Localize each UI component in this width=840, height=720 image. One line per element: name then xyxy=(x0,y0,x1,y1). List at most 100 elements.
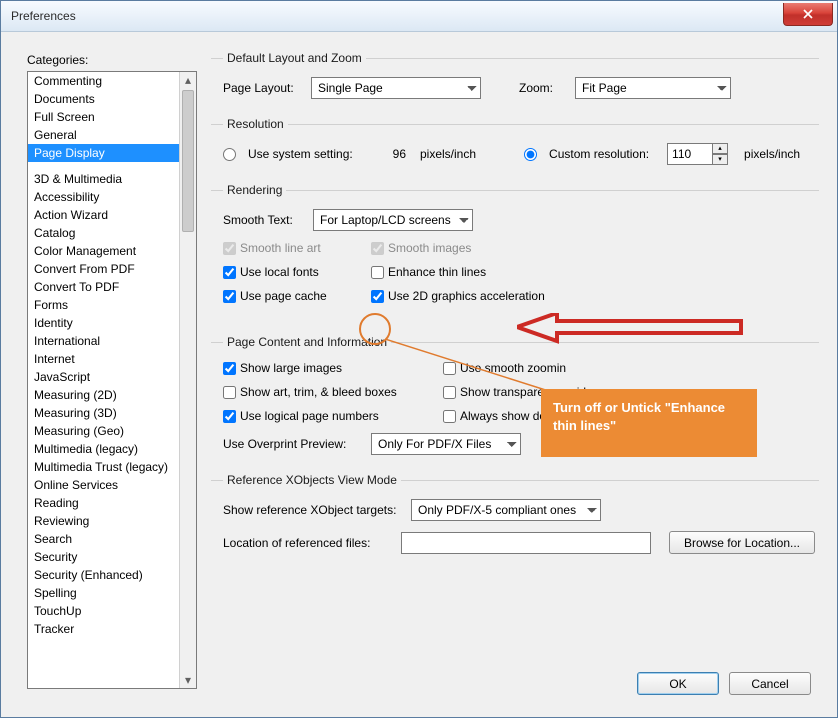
show-large-images-label: Show large images xyxy=(240,361,342,375)
use-local-fonts-label: Use local fonts xyxy=(240,265,319,279)
categories-listbox[interactable]: CommentingDocumentsFull ScreenGeneralPag… xyxy=(27,71,197,689)
category-item[interactable]: Full Screen xyxy=(28,108,196,126)
category-item[interactable]: Security xyxy=(28,548,196,566)
use-system-setting-label: Use system setting: xyxy=(248,147,368,161)
use-logical-page-numbers-checkbox[interactable] xyxy=(223,410,236,423)
category-item[interactable]: Reviewing xyxy=(28,512,196,530)
categories-scrollbar[interactable]: ▴ ▾ xyxy=(179,72,196,688)
dialog-footer: OK Cancel xyxy=(637,672,811,695)
category-item[interactable]: General xyxy=(28,126,196,144)
custom-resolution-label: Custom resolution: xyxy=(549,147,659,161)
referenced-files-location-label: Location of referenced files: xyxy=(223,536,393,550)
show-transparency-grid-checkbox[interactable] xyxy=(443,386,456,399)
overprint-preview-select[interactable]: Only For PDF/X Files xyxy=(371,433,521,455)
category-item[interactable]: Security (Enhanced) xyxy=(28,566,196,584)
category-item[interactable]: Identity xyxy=(28,314,196,332)
use-2d-accel-label: Use 2D graphics acceleration xyxy=(388,289,545,303)
category-item[interactable]: Accessibility xyxy=(28,188,196,206)
scroll-up-icon[interactable]: ▴ xyxy=(180,72,196,88)
smooth-text-select[interactable]: For Laptop/LCD screens xyxy=(313,209,473,231)
group-resolution: Resolution Use system setting: 96 pixels… xyxy=(211,117,819,173)
group-resolution-legend: Resolution xyxy=(223,117,288,131)
category-item[interactable]: Reading xyxy=(28,494,196,512)
category-item[interactable]: Convert To PDF xyxy=(28,278,196,296)
group-rendering: Rendering Smooth Text: For Laptop/LCD sc… xyxy=(211,183,819,307)
browse-location-button[interactable]: Browse for Location... xyxy=(669,531,815,554)
group-default-layout-legend: Default Layout and Zoom xyxy=(223,51,366,65)
group-rendering-legend: Rendering xyxy=(223,183,286,197)
page-layout-label: Page Layout: xyxy=(223,81,303,95)
category-item[interactable]: 3D & Multimedia xyxy=(28,170,196,188)
category-item[interactable]: Convert From PDF xyxy=(28,260,196,278)
categories-label: Categories: xyxy=(27,53,88,67)
category-item[interactable]: Multimedia (legacy) xyxy=(28,440,196,458)
category-item[interactable]: Multimedia Trust (legacy) xyxy=(28,458,196,476)
scroll-thumb[interactable] xyxy=(182,90,194,232)
preferences-window: Preferences Categories: CommentingDocume… xyxy=(0,0,838,718)
category-item[interactable]: Search xyxy=(28,530,196,548)
page-layout-select[interactable]: Single Page xyxy=(311,77,481,99)
use-page-cache-label: Use page cache xyxy=(240,289,327,303)
category-item[interactable]: Measuring (Geo) xyxy=(28,422,196,440)
category-item[interactable]: Forms xyxy=(28,296,196,314)
group-page-content: Page Content and Information Show large … xyxy=(211,335,819,463)
use-local-fonts-checkbox[interactable] xyxy=(223,266,236,279)
always-show-doc-size-label: Always show document page size xyxy=(460,409,640,423)
xobject-targets-select[interactable]: Only PDF/X-5 compliant ones xyxy=(411,499,601,521)
ok-button[interactable]: OK xyxy=(637,672,719,695)
category-item[interactable]: Measuring (2D) xyxy=(28,386,196,404)
category-item[interactable]: Internet xyxy=(28,350,196,368)
category-item[interactable]: TouchUp xyxy=(28,602,196,620)
zoom-select[interactable]: Fit Page xyxy=(575,77,731,99)
smooth-text-label: Smooth Text: xyxy=(223,213,305,227)
category-item[interactable]: Page Display xyxy=(28,144,196,162)
show-art-trim-bleed-checkbox[interactable] xyxy=(223,386,236,399)
use-smooth-zooming-label: Use smooth zoomin xyxy=(460,361,566,375)
dpi-spin-up[interactable]: ▴ xyxy=(712,143,728,154)
cancel-button[interactable]: Cancel xyxy=(729,672,811,695)
category-item[interactable]: JavaScript xyxy=(28,368,196,386)
dialog-body: Categories: CommentingDocumentsFull Scre… xyxy=(9,37,829,709)
use-2d-accel-checkbox[interactable] xyxy=(371,290,384,303)
system-dpi-value: 96 xyxy=(376,147,406,161)
group-default-layout: Default Layout and Zoom Page Layout: Sin… xyxy=(211,51,819,107)
smooth-line-art-checkbox xyxy=(223,242,236,255)
system-dpi-unit: pixels/inch xyxy=(420,147,476,161)
category-item[interactable]: Color Management xyxy=(28,242,196,260)
category-item[interactable]: Catalog xyxy=(28,224,196,242)
group-reference-xobjects: Reference XObjects View Mode Show refere… xyxy=(211,473,819,562)
dpi-spin-down[interactable]: ▾ xyxy=(712,154,728,165)
close-icon xyxy=(802,9,814,19)
category-item[interactable]: Action Wizard xyxy=(28,206,196,224)
category-item[interactable]: Commenting xyxy=(28,72,196,90)
custom-resolution-radio[interactable] xyxy=(524,148,537,161)
use-system-setting-radio[interactable] xyxy=(223,148,236,161)
enhance-thin-lines-checkbox[interactable] xyxy=(371,266,384,279)
show-large-images-checkbox[interactable] xyxy=(223,362,236,375)
use-logical-page-numbers-label: Use logical page numbers xyxy=(240,409,379,423)
smooth-line-art-label: Smooth line art xyxy=(240,241,321,255)
custom-dpi-input[interactable] xyxy=(667,143,713,165)
referenced-files-location-input[interactable] xyxy=(401,532,651,554)
smooth-images-label: Smooth images xyxy=(388,241,471,255)
show-transparency-grid-label: Show transparency grid xyxy=(460,385,586,399)
category-item[interactable]: Tracker xyxy=(28,620,196,638)
custom-dpi-spinner[interactable]: ▴ ▾ xyxy=(667,143,728,165)
overprint-preview-label: Use Overprint Preview: xyxy=(223,437,363,451)
titlebar: Preferences xyxy=(1,1,837,32)
scroll-down-icon[interactable]: ▾ xyxy=(180,672,196,688)
category-item[interactable]: International xyxy=(28,332,196,350)
category-item[interactable]: Spelling xyxy=(28,584,196,602)
category-item[interactable]: Online Services xyxy=(28,476,196,494)
use-page-cache-checkbox[interactable] xyxy=(223,290,236,303)
settings-panel: Default Layout and Zoom Page Layout: Sin… xyxy=(211,47,819,659)
group-page-content-legend: Page Content and Information xyxy=(223,335,391,349)
use-smooth-zooming-checkbox[interactable] xyxy=(443,362,456,375)
always-show-doc-size-checkbox[interactable] xyxy=(443,410,456,423)
custom-dpi-unit: pixels/inch xyxy=(744,147,800,161)
category-item[interactable]: Documents xyxy=(28,90,196,108)
close-button[interactable] xyxy=(783,3,833,26)
category-item[interactable]: Measuring (3D) xyxy=(28,404,196,422)
enhance-thin-lines-label: Enhance thin lines xyxy=(388,265,486,279)
zoom-label: Zoom: xyxy=(519,81,567,95)
